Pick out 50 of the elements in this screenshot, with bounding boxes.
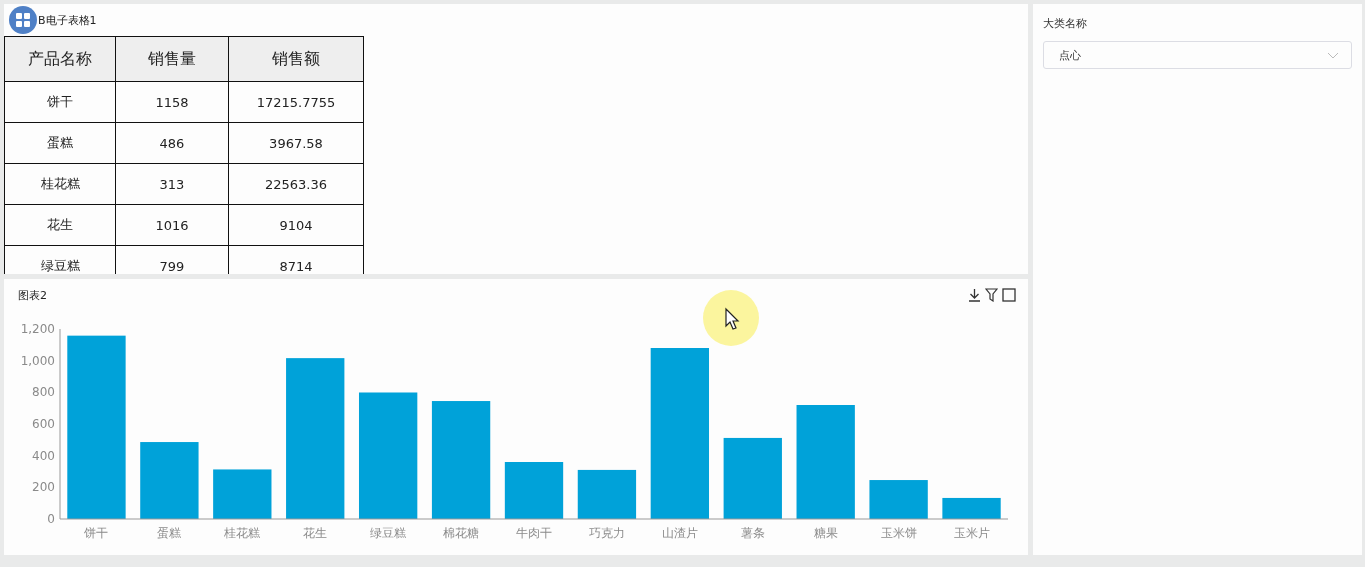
maximize-icon[interactable] [1002, 288, 1016, 302]
axis-label: 200 [32, 480, 55, 495]
table-cell: 3967.58 [228, 122, 364, 164]
bar [577, 469, 637, 519]
table-cell: 1158 [115, 81, 229, 123]
axis-label: 巧克力 [588, 526, 625, 540]
table-cell: 17215.7755 [228, 81, 364, 123]
table-cell: 1016 [115, 204, 229, 246]
table-cell: 饼干 [4, 81, 116, 123]
table-cell: 桂花糕 [4, 163, 116, 205]
chevron-down-icon [1327, 51, 1339, 59]
table-cell: 313 [115, 163, 229, 205]
bar [869, 480, 928, 519]
column-header: 销售量 [115, 36, 229, 82]
table-cell: 蛋糕 [4, 122, 116, 164]
axis-label: 糖果 [813, 526, 838, 540]
axis-label: 薯条 [740, 526, 765, 540]
axis-label: 玉米饼 [880, 526, 917, 540]
table-cell: 9104 [228, 204, 364, 246]
cursor-icon [703, 290, 759, 346]
axis-label: 绿豆糕 [370, 526, 407, 540]
filter-label: 大类名称 [1043, 16, 1088, 31]
axis-label: 牛肉干 [516, 526, 552, 540]
axis-label: 0 [47, 512, 55, 526]
axis-label: 800 [32, 385, 55, 400]
axis-label: 饼干 [84, 526, 109, 540]
axis-label: 400 [32, 448, 55, 463]
column-header: 销售额 [228, 36, 364, 82]
bar [504, 462, 564, 519]
table-cell: 22563.36 [228, 163, 364, 205]
axis-label: 花生 [303, 526, 328, 540]
axis-label: 蛋糕 [157, 526, 182, 540]
axis-label: 600 [32, 417, 55, 431]
axis-label: 玉米片 [953, 526, 990, 540]
filter-icon[interactable] [985, 288, 998, 302]
download-icon[interactable] [968, 288, 981, 302]
category-select[interactable]: 点心 [1043, 41, 1352, 69]
axis-label: 山渣片 [661, 526, 698, 540]
axis-label: 1,000 [20, 353, 55, 368]
column-header: 产品名称 [4, 36, 116, 82]
table-cell: 花生 [4, 204, 116, 246]
axis-label: 棉花糖 [443, 526, 480, 540]
table-cell: 486 [115, 122, 229, 164]
axis-label: 1,200 [20, 322, 55, 336]
bar [942, 497, 1001, 519]
panel-title: B电子表格1 [38, 12, 97, 28]
bar [213, 469, 272, 519]
chart-title: 图表2 [18, 287, 47, 303]
axis-label: 桂花糕 [224, 526, 261, 540]
grid-icon[interactable] [9, 6, 37, 34]
